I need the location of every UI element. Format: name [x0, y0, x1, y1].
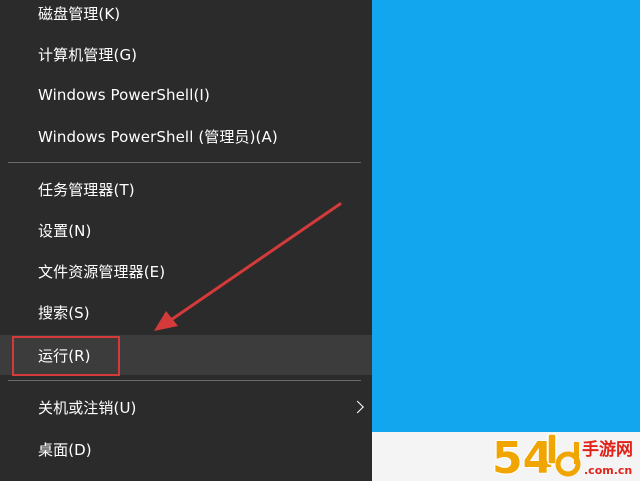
watermark-site-name: 手游网: [582, 439, 633, 460]
site-watermark-logo: 54 手游网 .com.cn: [491, 432, 633, 481]
annotation-arrow-icon: [154, 202, 342, 331]
watermark-digits: 54: [492, 433, 553, 481]
watermark-domain: .com.cn: [584, 464, 632, 477]
